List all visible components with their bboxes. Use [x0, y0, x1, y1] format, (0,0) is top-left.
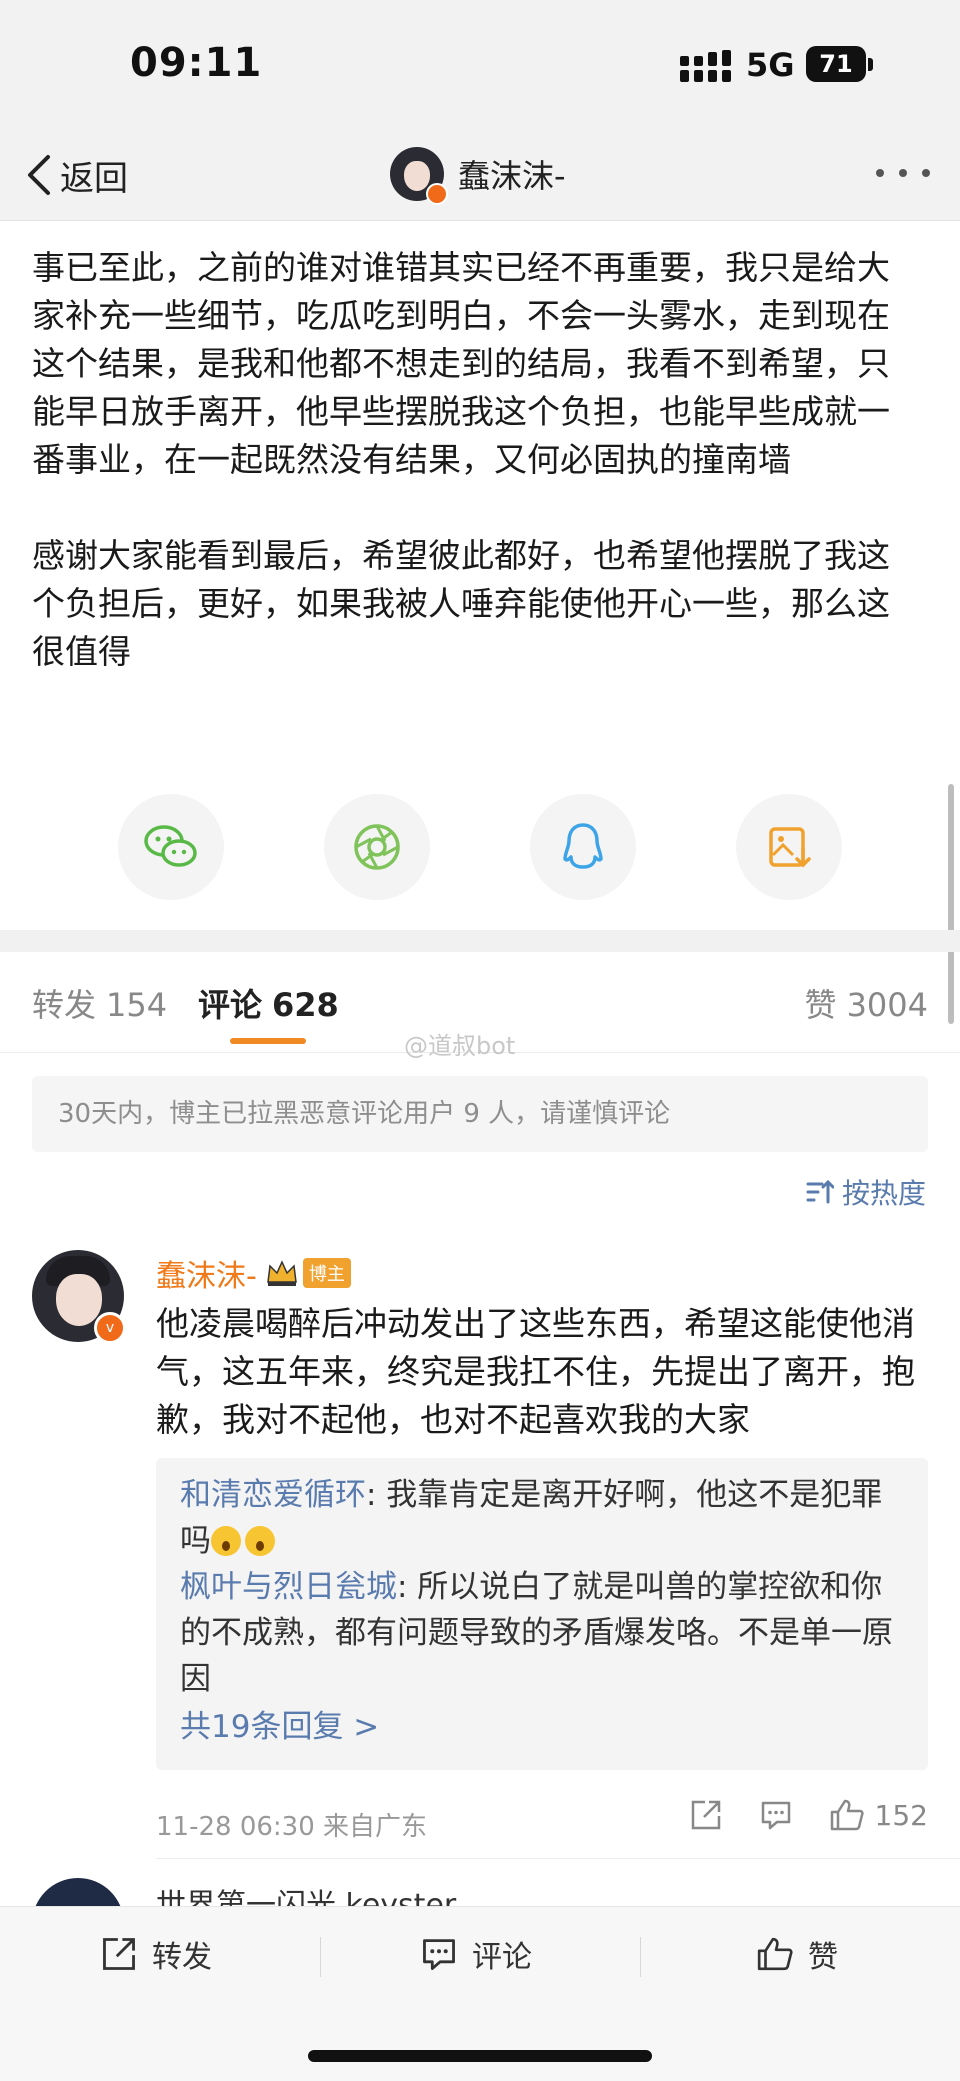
reply-author[interactable]: 枫叶与烈日瓮城 — [180, 1569, 397, 1605]
post-body: 事已至此，之前的谁对谁错其实已经不再重要，我只是给大家补充一些细节，吃瓜吃到明白… — [32, 244, 912, 676]
wechat-icon — [144, 825, 197, 867]
comment-item: 世界第一闪光 keyster — [32, 1878, 928, 1908]
share-moments-button[interactable] — [324, 794, 430, 900]
back-button[interactable]: 返回 — [24, 148, 128, 202]
share-wechat-button[interactable] — [118, 794, 224, 900]
comment-header: 蠢沫沫- 博主 — [156, 1250, 351, 1296]
comment-text: 他凌晨喝醉后冲动发出了这些东西，希望这能使他消气，这五年来，终究是我扛不住，先提… — [156, 1304, 915, 1439]
tab-like-label: 赞 — [804, 986, 837, 1024]
signal-icon — [680, 50, 731, 82]
section-divider — [0, 930, 960, 952]
share-qq-button[interactable] — [530, 794, 636, 900]
avatar[interactable] — [390, 147, 448, 205]
thumbs-up-icon — [757, 1937, 793, 1971]
home-indicator[interactable] — [308, 2050, 652, 2062]
like-label: 赞 — [808, 1940, 838, 1975]
watermark: @道叔bot — [404, 1032, 516, 1060]
comment-author[interactable]: 蠢沫沫- — [156, 1251, 257, 1295]
verified-badge-icon: v — [94, 1312, 126, 1344]
comment-reply-button[interactable] — [759, 1798, 793, 1832]
more-dots-icon[interactable] — [876, 158, 930, 188]
moments-icon — [354, 824, 400, 870]
bottom-separator — [640, 1937, 641, 1977]
tab-active-indicator — [230, 1038, 306, 1044]
battery-nub — [868, 58, 873, 71]
share-icon — [103, 1938, 135, 1970]
tab-repost[interactable]: 转发 154 — [32, 980, 167, 1026]
sort-icon — [806, 1179, 834, 1204]
status-bar: 09:11 5G 71 — [0, 0, 960, 130]
network-type: 5G — [746, 46, 795, 84]
host-badge: 博主 — [302, 1258, 351, 1288]
comment-icon — [423, 1939, 455, 1970]
avatar[interactable]: v — [32, 1250, 126, 1344]
tab-repost-label: 转发 — [32, 986, 97, 1024]
chevron-left-icon — [28, 155, 50, 195]
blocked-users-notice: 30天内，博主已拉黑恶意评论用户 9 人，请谨慎评论 — [32, 1076, 928, 1152]
battery-icon: 71 — [806, 46, 866, 82]
qq-icon — [563, 823, 603, 869]
repost-button[interactable]: 转发 — [100, 1929, 212, 1979]
comment-icon — [761, 1801, 790, 1830]
tab-like[interactable]: 赞 3004 — [805, 980, 928, 1026]
repost-label: 转发 — [152, 1940, 212, 1975]
save-image-icon — [769, 827, 811, 868]
crown-icon — [266, 1260, 297, 1286]
nav-bar: 返回 蠢沫沫- — [0, 130, 960, 221]
comment-author[interactable]: 世界第一闪光 keyster — [156, 1880, 456, 1908]
more-replies-link[interactable]: 共19条回复 > — [180, 1704, 904, 1750]
post-paragraph: 感谢大家能看到最后，希望彼此都好，也希望他摆脱了我这个负担后，更好，如果我被人唾… — [32, 536, 890, 671]
tab-like-count: 3004 — [846, 986, 928, 1024]
tab-repost-count: 154 — [106, 986, 168, 1024]
reply-item[interactable]: 和清恋爱循环: 我靠肯定是离开好啊，他这不是犯罪吗 — [180, 1472, 904, 1564]
comment-footer: 11-28 06:30 来自广东 152 — [156, 1798, 928, 1843]
reply-item[interactable]: 枫叶与烈日瓮城: 所以说白了就是叫兽的掌控欲和你的不成熟，都有问题导致的矛盾爆发… — [180, 1564, 904, 1702]
verified-badge-icon — [426, 183, 448, 205]
back-label: 返回 — [60, 158, 128, 199]
reply-author[interactable]: 和清恋爱循环 — [180, 1477, 366, 1513]
comment-separator — [156, 1858, 960, 1859]
status-time: 09:11 — [130, 40, 263, 86]
sort-button[interactable]: 按热度 — [806, 1172, 926, 1212]
sort-label: 按热度 — [841, 1177, 926, 1210]
thumbs-up-icon — [830, 1799, 864, 1831]
shocked-emoji-icon — [245, 1526, 275, 1556]
share-row — [118, 794, 878, 902]
comment-repost-button[interactable] — [689, 1798, 723, 1832]
nav-user[interactable]: 蠢沫沫- — [390, 140, 566, 208]
comment-label: 评论 — [472, 1940, 532, 1975]
post-paragraph: 事已至此，之前的谁对谁错其实已经不再重要，我只是给大家补充一些细节，吃瓜吃到明白… — [32, 248, 890, 479]
nav-username: 蠢沫沫- — [458, 157, 566, 195]
save-image-button[interactable] — [736, 794, 842, 900]
bottom-separator — [320, 1937, 321, 1977]
tab-comment-label: 评论 — [198, 986, 263, 1024]
reply-box[interactable]: 和清恋爱循环: 我靠肯定是离开好啊，他这不是犯罪吗 枫叶与烈日瓮城: 所以说白了… — [156, 1458, 928, 1770]
tab-comment[interactable]: 评论 628 — [198, 980, 339, 1026]
comment-like-count: 152 — [874, 1798, 928, 1832]
share-icon — [691, 1800, 720, 1830]
comment-actions: 152 — [653, 1798, 928, 1832]
comment-meta: 11-28 06:30 来自广东 — [156, 1812, 428, 1842]
like-button[interactable]: 赞 — [756, 1929, 838, 1979]
comment-button[interactable]: 评论 — [420, 1929, 532, 1979]
tab-comment-count: 628 — [272, 986, 339, 1024]
comment-like-button[interactable]: 152 — [829, 1798, 928, 1832]
avatar[interactable] — [32, 1878, 124, 1908]
shocked-emoji-icon — [211, 1526, 241, 1556]
